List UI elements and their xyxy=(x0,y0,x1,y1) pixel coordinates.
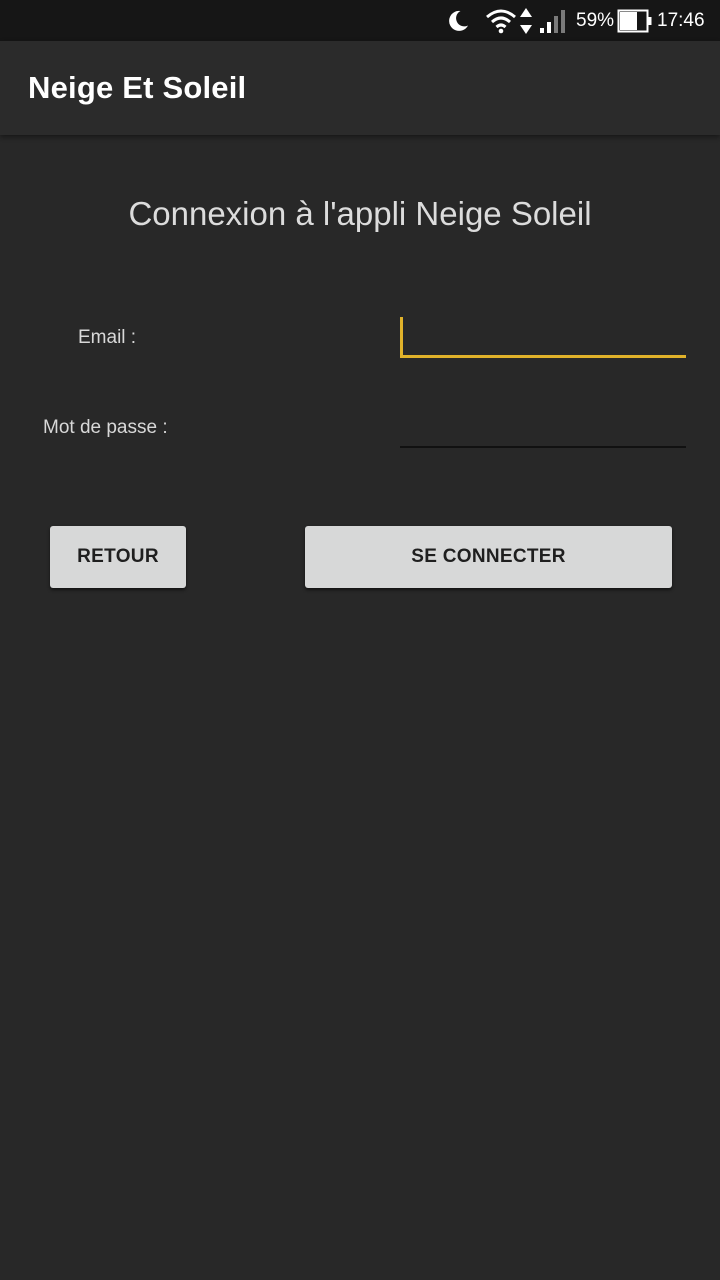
page-title: Connexion à l'appli Neige Soleil xyxy=(128,195,592,232)
moon-icon xyxy=(446,0,470,41)
clock: 17:46 xyxy=(657,9,705,31)
login-button[interactable]: SE CONNECTER xyxy=(305,526,672,588)
battery-icon xyxy=(617,0,653,41)
login-screen: Connexion à l'appli Neige Soleil Email :… xyxy=(0,135,720,1280)
email-field[interactable] xyxy=(400,315,686,358)
password-label: Mot de passe : xyxy=(43,417,168,438)
back-button[interactable]: RETOUR xyxy=(50,526,186,588)
signal-icon xyxy=(538,0,566,41)
app-title: Neige Et Soleil xyxy=(28,70,247,105)
password-field[interactable] xyxy=(400,406,686,448)
app-bar: Neige Et Soleil xyxy=(0,41,720,135)
data-arrows-icon xyxy=(519,0,533,41)
text-cursor xyxy=(400,317,403,355)
battery-percent: 59% xyxy=(576,9,615,31)
status-bar: 59% 17:46 xyxy=(0,0,720,41)
email-label: Email : xyxy=(78,327,137,348)
wifi-icon xyxy=(485,0,517,41)
